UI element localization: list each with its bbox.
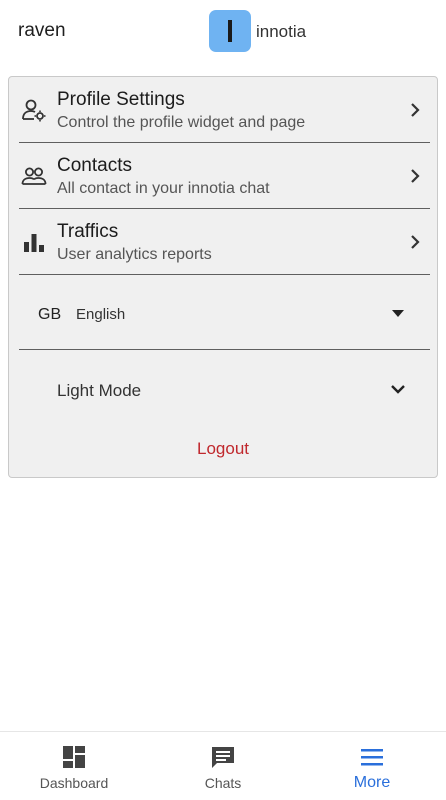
bottom-nav: Dashboard Chats More: [0, 731, 446, 800]
chevron-down-icon[interactable]: [390, 383, 406, 395]
settings-card: Profile Settings Control the profile wid…: [8, 76, 438, 478]
dashboard-icon: [63, 746, 85, 768]
menu-item-title: Contacts: [57, 155, 132, 176]
menu-item-subtitle: All contact in your innotia chat: [57, 180, 270, 197]
language-select[interactable]: GB English: [19, 277, 430, 350]
brand-logo-icon: [209, 10, 251, 52]
menu-item-profile-settings[interactable]: Profile Settings Control the profile wid…: [19, 77, 430, 143]
chat-icon: [212, 747, 234, 768]
menu-item-subtitle: Control the profile widget and page: [57, 114, 306, 131]
bar-chart-icon: [24, 234, 44, 252]
contacts-icon: [21, 167, 47, 185]
theme-label: Light Mode: [57, 381, 142, 400]
language-code: GB: [38, 306, 62, 323]
nav-dashboard[interactable]: Dashboard: [0, 732, 148, 800]
menu-item-contacts[interactable]: Contacts All contact in your innotia cha…: [19, 143, 430, 209]
app-page: raven innotia Profile Settings Control t…: [0, 0, 446, 800]
menu-icon: [361, 749, 383, 766]
brand-name: innotia: [256, 22, 307, 41]
logout-button[interactable]: Logout: [9, 439, 437, 459]
profile-settings-icon: [22, 99, 46, 122]
menu-item-traffics[interactable]: Traffics User analytics reports: [19, 209, 430, 275]
menu-item-title: Traffics: [57, 221, 119, 242]
language-name: English: [76, 306, 126, 323]
menu-item-subtitle: User analytics reports: [57, 246, 212, 263]
chevron-right-icon: [411, 169, 420, 183]
caret-down-icon[interactable]: [392, 310, 404, 317]
chevron-right-icon: [411, 235, 420, 249]
nav-label: Chats: [204, 775, 242, 791]
nav-label: Dashboard: [39, 775, 109, 791]
top-header: raven innotia: [0, 0, 446, 66]
chevron-right-icon: [411, 103, 420, 117]
nav-more[interactable]: More: [298, 732, 446, 800]
theme-select[interactable]: Light Mode: [19, 351, 430, 431]
username: raven: [18, 20, 66, 41]
nav-chats[interactable]: Chats: [149, 732, 297, 800]
menu-item-title: Profile Settings: [57, 89, 185, 110]
nav-label: More: [353, 774, 391, 791]
